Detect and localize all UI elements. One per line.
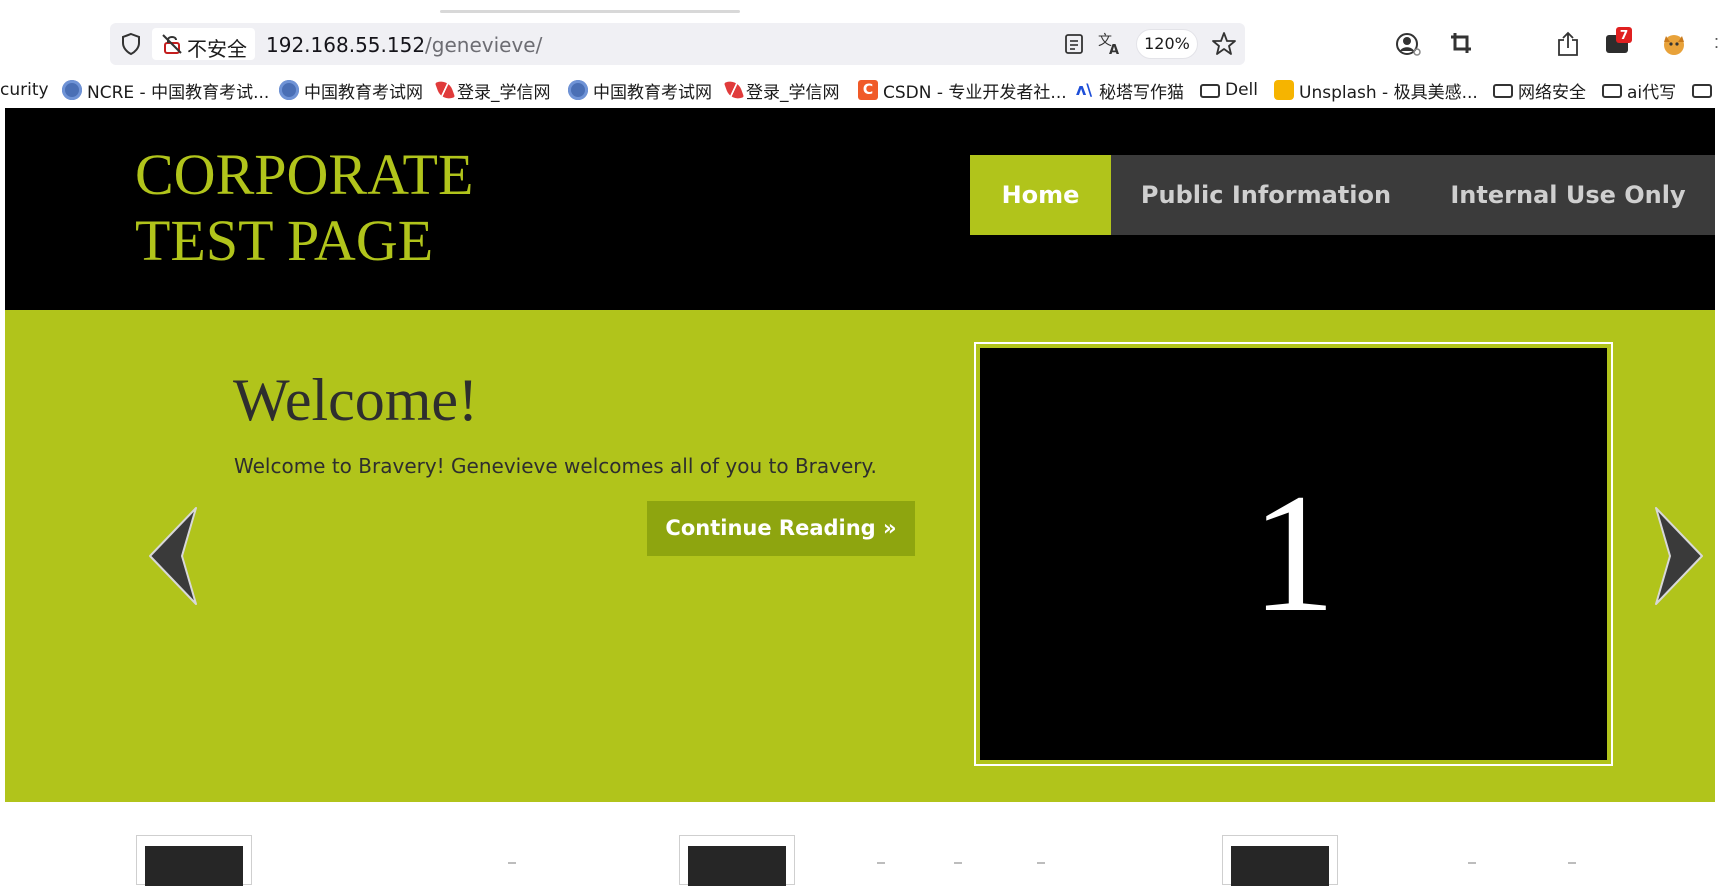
mita-icon: ʌ\ (1075, 80, 1093, 99)
unsplash-icon (1274, 80, 1294, 100)
toolbar-overflow-edge: : (1714, 32, 1720, 52)
bookmark-label: 中国教育考试网 (304, 82, 423, 103)
hero-text: Welcome to Bravery! Genevieve welcomes a… (234, 454, 877, 478)
url-host: 192.168.55.152 (266, 33, 426, 57)
slide-number: 1 (1251, 459, 1336, 647)
tracking-shield-icon[interactable] (120, 32, 142, 56)
divider (1468, 862, 1476, 864)
feature-thumbnail[interactable] (1222, 835, 1338, 886)
slider-prev-arrow-icon[interactable] (138, 500, 210, 612)
feature-thumbnail[interactable] (679, 835, 795, 886)
bookmark-folder[interactable]: 网络安全 (1493, 76, 1586, 104)
folder-icon (1200, 84, 1220, 98)
security-label: 不安全 (187, 37, 247, 61)
site-title[interactable]: CORPORATE TEST PAGE (135, 142, 655, 274)
url-text[interactable]: 192.168.55.152/genevieve/ (266, 33, 542, 57)
folder-icon (1692, 84, 1712, 98)
bookmark-folder[interactable]: Dell (1200, 76, 1258, 104)
bookmark-label: 登录_学信网 (746, 82, 840, 103)
zoom-indicator[interactable]: 120% (1136, 29, 1198, 59)
folder-icon (1493, 84, 1513, 98)
bookmark-item[interactable]: 中国教育考试网 (279, 76, 423, 104)
screenshot-crop-icon[interactable] (1449, 31, 1473, 55)
hero-heading: Welcome! (233, 367, 479, 433)
feature-thumbnail[interactable] (136, 835, 252, 886)
globe-icon (279, 80, 299, 100)
bookmark-label: ai代写 (1627, 82, 1677, 103)
url-path: /genevieve/ (425, 33, 543, 57)
bookmark-label: Unsplash - 极具美感... (1299, 82, 1478, 103)
bookmark-label: 登录_学信网 (457, 82, 551, 103)
site-title-line1: CORPORATE (135, 142, 474, 207)
nav-internal-use-only[interactable]: Internal Use Only (1421, 155, 1715, 235)
bookmark-label: 中国教育考试网 (593, 82, 712, 103)
bookmark-item[interactable]: curity (0, 76, 49, 104)
reader-view-icon[interactable] (1063, 33, 1085, 55)
extension-fox-icon[interactable] (1660, 30, 1688, 58)
tab-strip-edge (440, 10, 740, 13)
bookmark-item[interactable]: 登录_学信网 (435, 76, 551, 104)
slider-next-arrow-icon[interactable] (1642, 500, 1714, 612)
bookmark-folder[interactable]: ai代写 (1602, 76, 1676, 104)
feather-icon (724, 78, 744, 102)
divider (954, 862, 962, 864)
site-title-line2: TEST PAGE (135, 208, 434, 273)
translate-icon[interactable]: 文 A (1097, 30, 1123, 56)
divider (508, 862, 516, 864)
bookmark-item[interactable]: ʌ\ 秘塔写作猫 (1074, 76, 1184, 104)
divider (1037, 862, 1045, 864)
globe-icon (62, 80, 82, 100)
bookmark-item[interactable]: 登录_学信网 (724, 76, 840, 104)
bookmark-item[interactable]: C CSDN - 专业开发者社... (858, 76, 1067, 104)
browser-top-strip (0, 0, 1720, 12)
share-icon[interactable] (1555, 30, 1581, 58)
nav-public-information[interactable]: Public Information (1111, 155, 1421, 235)
bookmark-item[interactable]: 中国教育考试网 (568, 76, 712, 104)
globe-icon (568, 80, 588, 100)
extension-badge-icon[interactable]: 7 (1604, 27, 1634, 57)
account-icon[interactable] (1394, 31, 1422, 57)
bookmark-item[interactable]: NCRE - 中国教育考试... (62, 76, 269, 104)
svg-text:A: A (1109, 43, 1119, 56)
bookmark-label: curity (0, 80, 49, 100)
folder-icon (1602, 84, 1622, 98)
bookmark-label: 网络安全 (1518, 82, 1586, 103)
bookmark-item[interactable]: Unsplash - 极具美感... (1274, 76, 1478, 104)
bookmark-star-icon[interactable] (1211, 31, 1237, 57)
bookmark-label: Dell (1225, 80, 1258, 100)
bookmark-label: 秘塔写作猫 (1099, 82, 1184, 103)
continue-reading-button[interactable]: Continue Reading » (647, 501, 915, 556)
insecure-lock-icon (162, 34, 182, 54)
feather-icon (435, 78, 455, 102)
divider (877, 862, 885, 864)
nav-home[interactable]: Home (970, 155, 1111, 235)
bookmark-folder-partial[interactable] (1692, 76, 1717, 104)
bookmarks-bar: curity NCRE - 中国教育考试... 中国教育考试网 登录_学信网 中… (0, 76, 1720, 106)
bookmark-label: CSDN - 专业开发者社... (883, 82, 1067, 103)
extension-badge-count: 7 (1616, 27, 1632, 43)
divider (1568, 862, 1576, 864)
bookmark-label: NCRE - 中国教育考试... (87, 82, 270, 103)
csdn-icon: C (858, 80, 878, 100)
